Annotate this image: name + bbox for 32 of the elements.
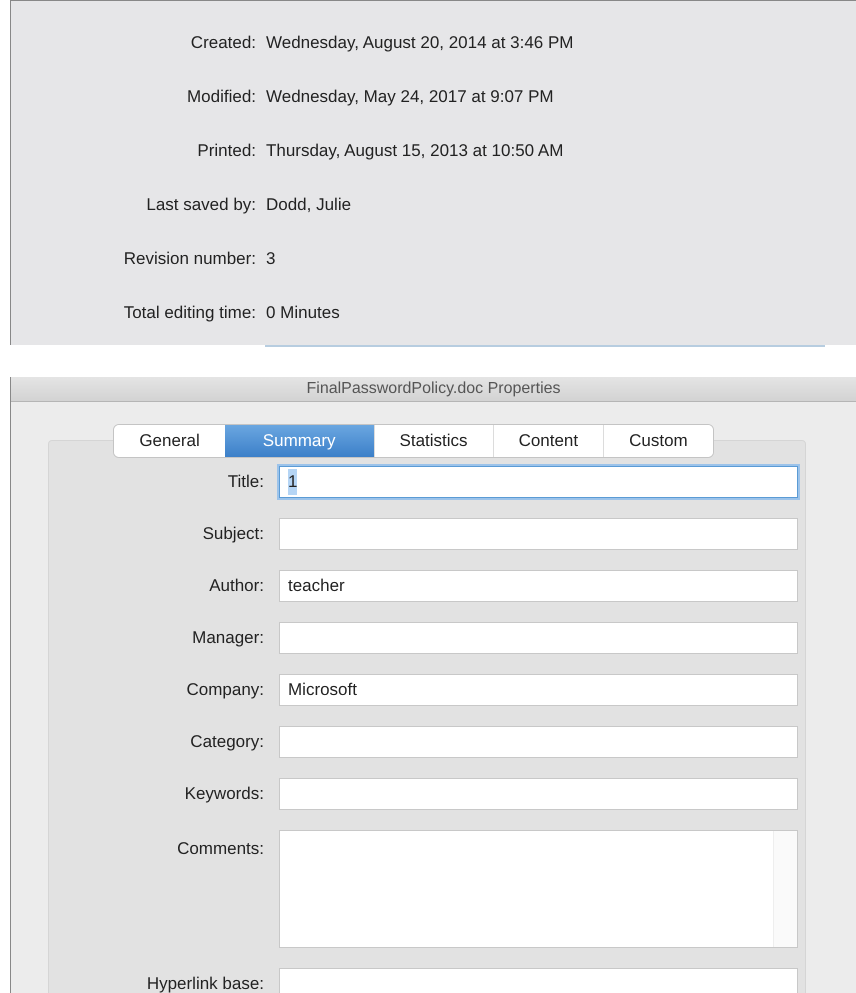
input-field[interactable]: teacher [279,570,798,602]
info-value: Dodd, Julie [266,194,352,216]
field-label: Keywords: [184,783,264,806]
field-label: Author: [208,575,264,598]
field-label: Manager: [191,627,264,650]
field-label: Comments: [176,838,264,860]
info-value: 3 [266,248,276,270]
field-label: Company: [186,679,264,702]
info-value: Wednesday, August 20, 2014 at 3:46 PM [266,32,574,54]
window-title: FinalPasswordPolicy.doc Properties [306,379,561,399]
info-label: Revision number: [122,248,256,270]
input-field[interactable]: Microsoft [279,674,798,706]
field-label: Subject: [202,523,264,546]
comments-field[interactable] [279,830,798,948]
input-field[interactable] [279,518,798,550]
field-label: Title: [226,471,264,494]
info-label: Modified: [186,86,256,108]
info-label: Printed: [196,140,256,162]
input-field[interactable] [279,622,798,654]
field-label: Category: [189,731,264,754]
info-value: Wednesday, May 24, 2017 at 9:07 PM [266,86,554,108]
input-field[interactable]: 1 [279,466,798,498]
info-label: Total editing time: [122,302,256,324]
info-label: Last saved by: [145,194,256,216]
input-field[interactable] [279,778,798,810]
info-value: 0 Minutes [266,302,340,324]
info-label: Created: [190,32,256,54]
input-field[interactable] [279,968,798,993]
info-value: Thursday, August 15, 2013 at 10:50 AM [266,140,564,162]
tab[interactable]: Custom [603,425,713,457]
input-field[interactable] [279,726,798,758]
field-label: Hyperlink base: [146,973,264,993]
